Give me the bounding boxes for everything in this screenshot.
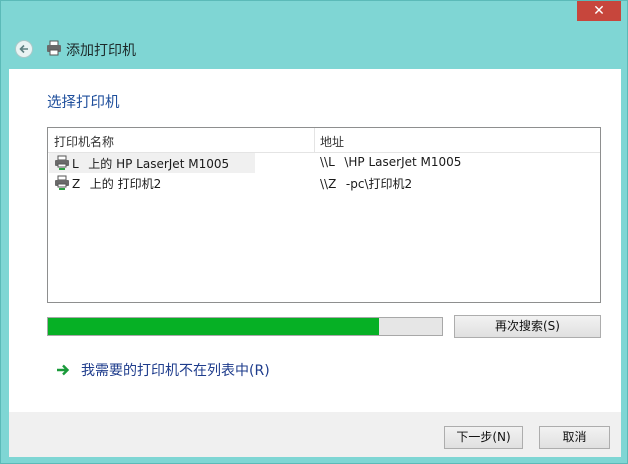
back-arrow-icon [19, 44, 28, 54]
printer-not-listed-label: 我需要的打印机不在列表中(R) [81, 363, 270, 379]
printer-row[interactable]: L 上的 HP LaserJet M1005 \\L \HP LaserJet … [48, 153, 600, 173]
printer-address: \\Z -pc\打印机2 [320, 177, 413, 191]
page-title: 选择打印机 [47, 95, 120, 111]
network-printer-icon [55, 155, 69, 170]
cancel-button[interactable]: 取消 [539, 426, 610, 449]
wizard-footer: 下一步(N) 取消 [9, 412, 621, 457]
search-again-button[interactable]: 再次搜索(S) [454, 315, 601, 338]
printer-row[interactable]: Z 上的 打印机2 \\Z -pc\打印机2 [48, 173, 600, 193]
printer-list[interactable]: 打印机名称 地址 L 上的 HP LaserJet M1005 \\L \HP … [47, 127, 601, 303]
progress-fill [48, 318, 379, 335]
wizard-title: 添加打印机 [66, 43, 136, 59]
search-progress-bar [47, 317, 443, 336]
column-separator [314, 128, 315, 152]
column-header-name[interactable]: 打印机名称 [54, 133, 114, 150]
printer-address: \\L \HP LaserJet M1005 [320, 155, 462, 169]
printer-name: Z 上的 打印机2 [72, 177, 162, 191]
printer-icon [47, 40, 61, 56]
column-header-address[interactable]: 地址 [320, 133, 344, 150]
list-header: 打印机名称 地址 [48, 128, 600, 153]
close-button[interactable]: ✕ [577, 1, 621, 21]
title-bar: ✕ [1, 1, 627, 29]
printer-name: L 上的 HP LaserJet M1005 [72, 157, 230, 171]
wizard-header: 添加打印机 [9, 29, 621, 69]
green-arrow-icon [57, 364, 70, 376]
back-button[interactable] [15, 40, 33, 58]
network-printer-icon [55, 175, 69, 190]
next-button[interactable]: 下一步(N) [444, 426, 523, 449]
add-printer-window: ✕ 添加打印机 选择打印机 打印机名称 地址 L 上的 HP LaserJet … [0, 0, 628, 464]
content-pane: 选择打印机 打印机名称 地址 L 上的 HP LaserJet M1005 \\… [9, 69, 621, 412]
close-icon: ✕ [593, 3, 605, 19]
